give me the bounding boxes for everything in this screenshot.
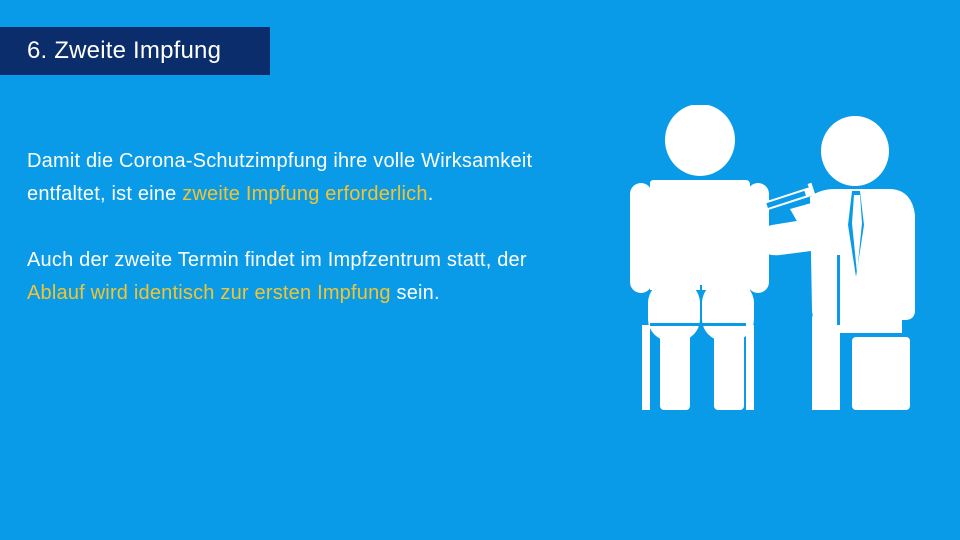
patient-figure <box>630 105 769 410</box>
paragraph-text: . <box>427 183 434 205</box>
paragraph-text: Auch der zweite Termin findet im Impfzen… <box>27 249 527 271</box>
slide: 6. Zweite Impfung Damit die Corona-Schut… <box>0 0 960 540</box>
title-bar: 6. Zweite Impfung <box>0 27 270 75</box>
paragraph-text: sein. <box>390 282 440 304</box>
highlight-text: zweite Impfung erforderlich <box>182 183 428 205</box>
body-text: Damit die Corona-Schutzimpfung ihre voll… <box>27 145 567 310</box>
highlight-text: Ablauf wird identisch zur ersten Impfung <box>27 282 391 304</box>
vaccination-icon <box>630 105 915 410</box>
paragraph-same-procedure: Auch der zweite Termin findet im Impfzen… <box>27 244 567 310</box>
paragraph-second-vaccination-required: Damit die Corona-Schutzimpfung ihre voll… <box>27 145 567 211</box>
page-title: 6. Zweite Impfung <box>27 37 222 64</box>
doctor-figure <box>757 116 915 410</box>
